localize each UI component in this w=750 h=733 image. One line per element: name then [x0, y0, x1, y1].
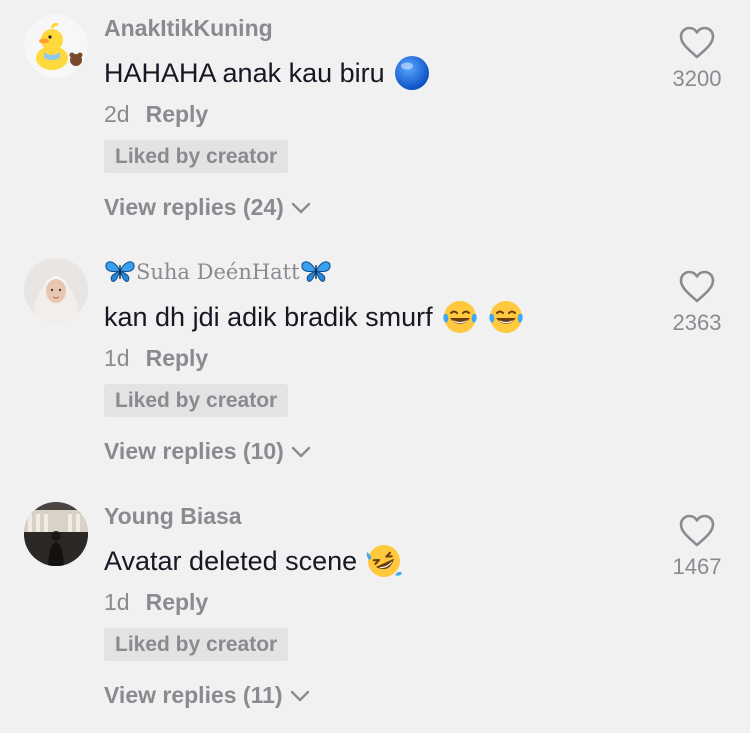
- chevron-down-icon: [290, 201, 312, 215]
- view-replies-label: View replies (10): [104, 438, 284, 464]
- user-photo-avatar-icon: [24, 258, 88, 322]
- comment-text: Avatar deleted scene: [104, 545, 358, 576]
- comment-time: 1d: [104, 589, 130, 615]
- tears-of-joy-emoji-icon: [441, 298, 479, 336]
- like-control: 1467: [662, 512, 732, 580]
- username[interactable]: Young Biasa: [104, 503, 242, 530]
- like-count: 1467: [672, 554, 722, 579]
- avatar[interactable]: [24, 258, 88, 322]
- heart-icon[interactable]: [678, 268, 716, 306]
- chevron-down-icon: [290, 445, 312, 459]
- heart-icon[interactable]: [678, 24, 716, 62]
- reply-button[interactable]: Reply: [146, 345, 209, 372]
- chevron-down-icon: [289, 689, 311, 703]
- reply-button[interactable]: Reply: [146, 589, 209, 616]
- comment-meta: 1d Reply: [104, 345, 208, 372]
- like-control: 3200: [662, 24, 732, 92]
- butterfly-icon: [104, 259, 136, 283]
- like-control: 2363: [662, 268, 732, 336]
- comment-text: kan dh jdi adik bradik smurf: [104, 301, 433, 332]
- comment-item: Suha DeénHatt kan dh jdi adik bradik smu…: [0, 244, 750, 488]
- view-replies-button[interactable]: View replies (24): [104, 194, 312, 221]
- liked-by-creator-badge: Liked by creator: [104, 384, 289, 417]
- like-count: 3200: [672, 66, 722, 91]
- blue-circle-emoji-icon: [393, 54, 431, 92]
- comment-meta: 2d Reply: [104, 101, 208, 128]
- butterfly-icon: [300, 259, 332, 283]
- view-replies-label: View replies (24): [104, 194, 284, 220]
- username-text: Suha DeénHatt: [136, 260, 300, 284]
- user-photo-avatar-icon: [24, 502, 88, 566]
- view-replies-button[interactable]: View replies (11): [104, 682, 311, 709]
- avatar[interactable]: [24, 14, 88, 78]
- rolling-laughing-emoji-icon: [365, 542, 403, 580]
- avatar[interactable]: [24, 502, 88, 566]
- view-replies-button[interactable]: View replies (10): [104, 438, 312, 465]
- comment-item: AnakItikKuning HAHAHA anak kau biru 2d R…: [0, 0, 750, 244]
- liked-by-creator-badge: Liked by creator: [104, 140, 289, 173]
- comment-meta: 1d Reply: [104, 589, 208, 616]
- view-replies-label: View replies (11): [104, 682, 283, 708]
- comment-text-row: HAHAHA anak kau biru: [104, 54, 431, 92]
- liked-by-creator-badge: Liked by creator: [104, 628, 289, 661]
- tears-of-joy-emoji-icon: [487, 298, 525, 336]
- comment-time: 1d: [104, 345, 130, 371]
- comment-text-row: kan dh jdi adik bradik smurf: [104, 298, 525, 336]
- like-count: 2363: [672, 310, 722, 335]
- username[interactable]: AnakItikKuning: [104, 15, 273, 42]
- comment-time: 2d: [104, 101, 130, 127]
- comment-item: Young Biasa Avatar deleted scene 1d Repl…: [0, 488, 750, 732]
- duck-avatar-icon: [24, 14, 88, 78]
- comment-text-row: Avatar deleted scene: [104, 542, 403, 580]
- reply-button[interactable]: Reply: [146, 101, 209, 128]
- username[interactable]: Suha DeénHatt: [104, 259, 332, 284]
- comment-text: HAHAHA anak kau biru: [104, 57, 385, 88]
- heart-icon[interactable]: [678, 512, 716, 550]
